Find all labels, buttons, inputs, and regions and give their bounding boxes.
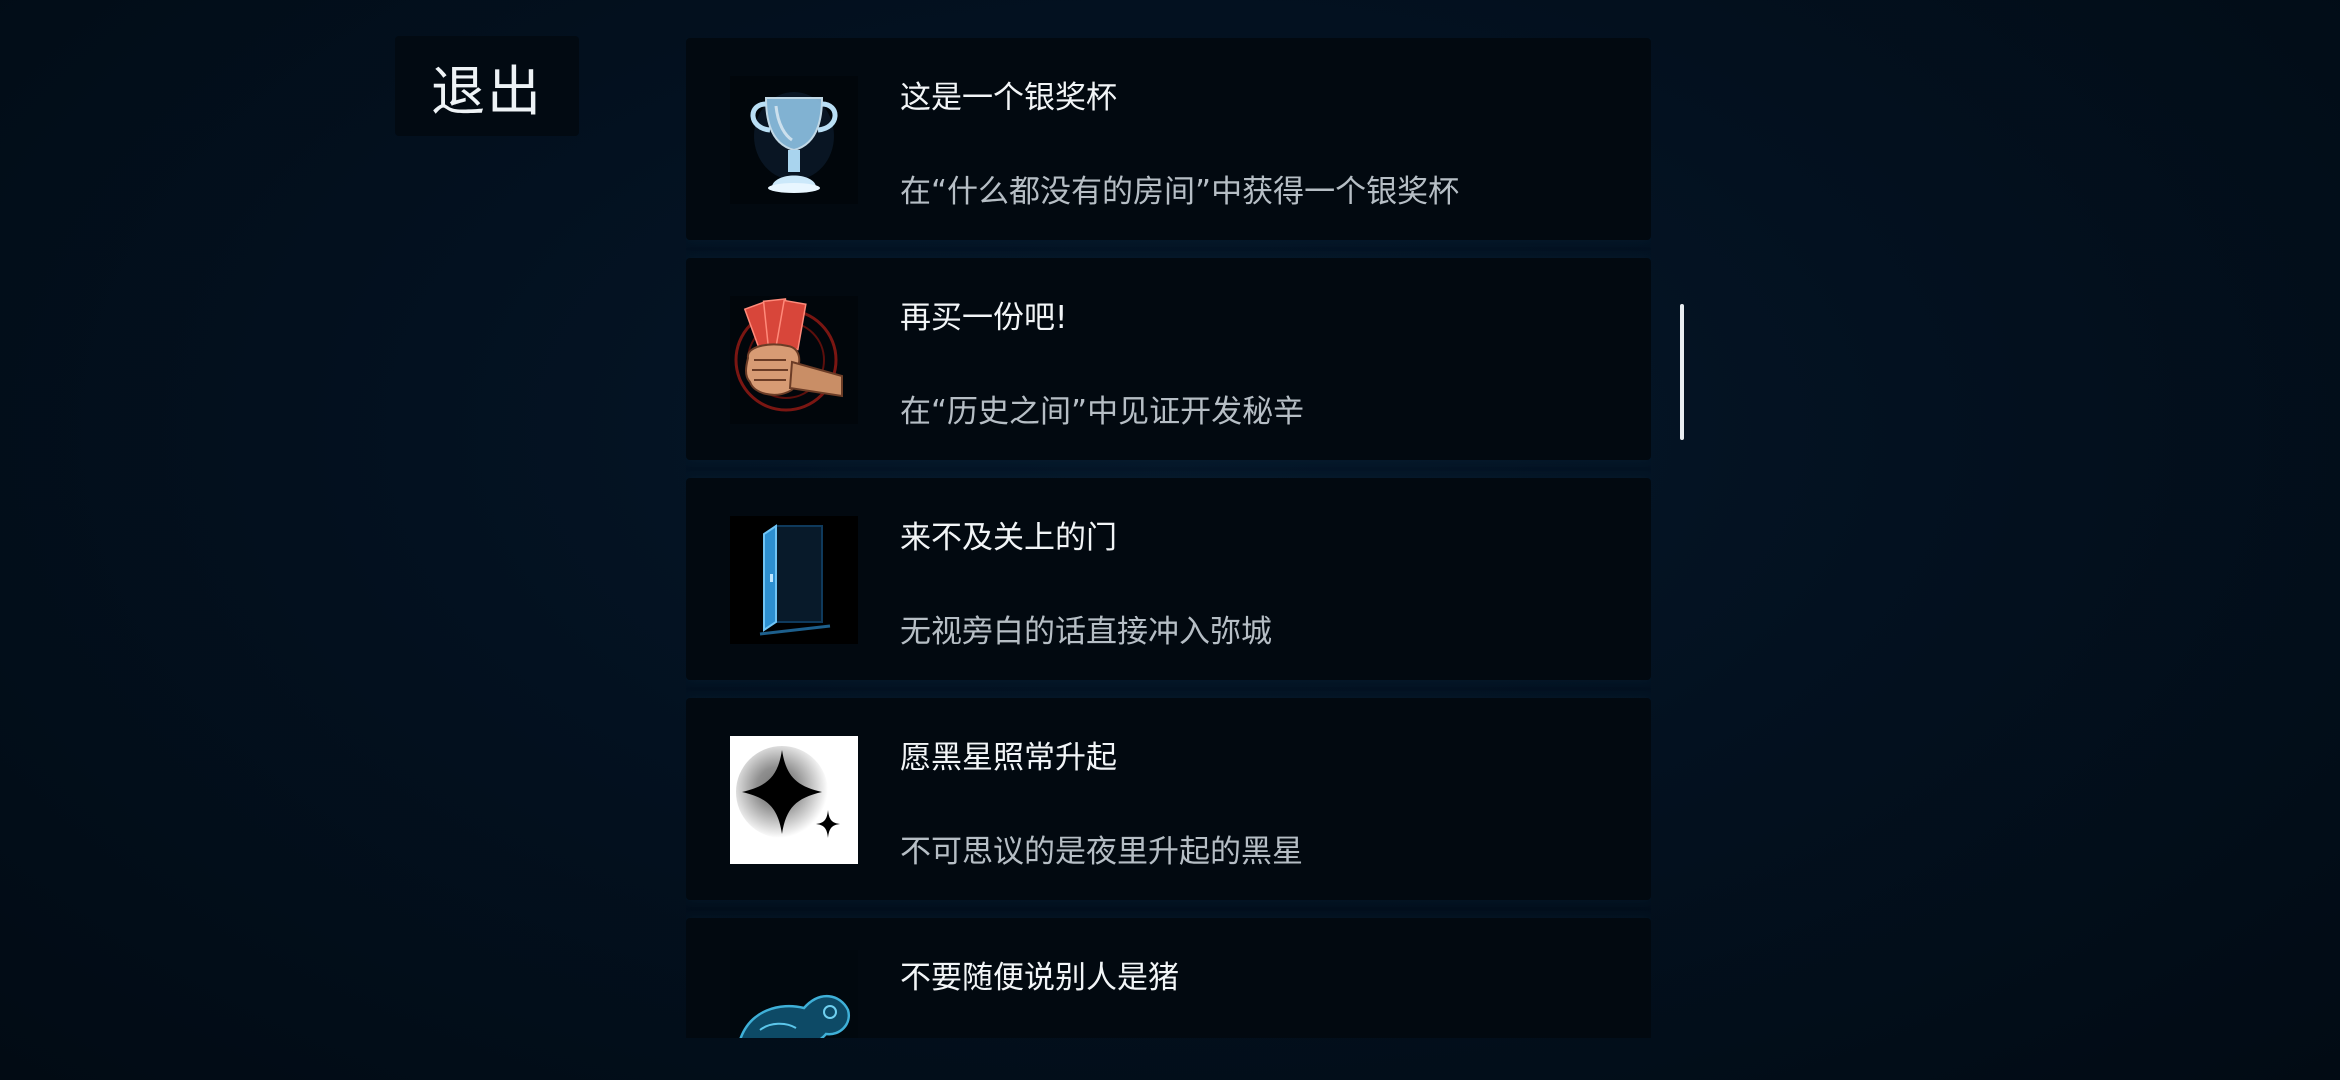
black-star-icon bbox=[730, 736, 858, 864]
achievement-card-door[interactable]: 来不及关上的门 无视旁白的话直接冲入弥城 bbox=[686, 478, 1651, 680]
achievement-title: 这是一个银奖杯 bbox=[900, 80, 1117, 116]
scrollbar[interactable] bbox=[1680, 304, 1684, 440]
achievement-card-black-star[interactable]: 愿黑星照常升起 不可思议的是夜里升起的黑星 bbox=[686, 698, 1651, 900]
achievement-title: 再买一份吧! bbox=[900, 300, 1068, 336]
achievement-list[interactable]: 这是一个银奖杯 在“什么都没有的房间”中获得一个银奖杯 再买一份吧! 在“历史之… bbox=[686, 38, 1651, 1038]
achievement-title: 来不及关上的门 bbox=[900, 520, 1117, 556]
achievement-title: 愿黑星照常升起 bbox=[900, 740, 1117, 776]
achievements-screen: 退出 这是一个银奖杯 在“什么都没有的房间”中获得一个银奖杯 再买一份吧! 在“… bbox=[0, 0, 2340, 1080]
pig-figure-icon bbox=[730, 950, 858, 1038]
achievement-description: 在“历史之间”中见证开发秘辛 bbox=[900, 394, 1305, 430]
open-door-icon bbox=[730, 516, 858, 644]
achievement-card-silver-trophy[interactable]: 这是一个银奖杯 在“什么都没有的房间”中获得一个银奖杯 bbox=[686, 38, 1651, 240]
fist-holding-money-icon bbox=[730, 296, 858, 424]
silver-trophy-icon bbox=[730, 76, 858, 204]
achievement-card-pig[interactable]: 不要随便说别人是猪 bbox=[686, 918, 1651, 1038]
achievement-description: 在“什么都没有的房间”中获得一个银奖杯 bbox=[900, 174, 1460, 210]
achievement-title: 不要随便说别人是猪 bbox=[900, 960, 1179, 996]
achievement-card-buy-again[interactable]: 再买一份吧! 在“历史之间”中见证开发秘辛 bbox=[686, 258, 1651, 460]
exit-button[interactable]: 退出 bbox=[395, 36, 579, 136]
achievement-description: 不可思议的是夜里升起的黑星 bbox=[900, 834, 1303, 870]
achievement-description: 无视旁白的话直接冲入弥城 bbox=[900, 614, 1272, 650]
